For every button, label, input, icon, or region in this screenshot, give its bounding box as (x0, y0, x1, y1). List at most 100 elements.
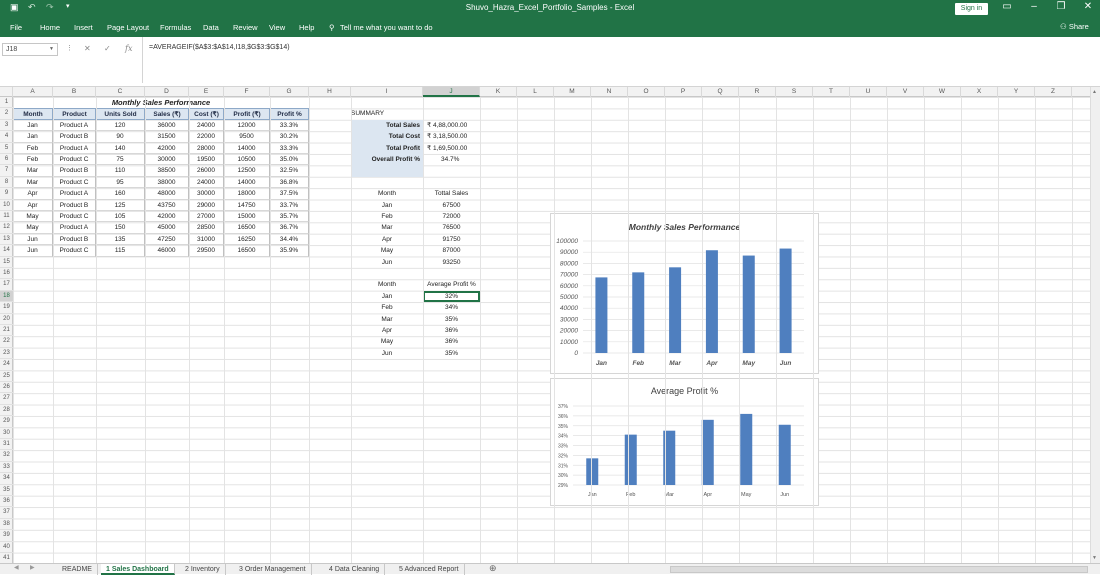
table-cell[interactable]: 140 (96, 142, 145, 154)
table-cell[interactable]: 30000 (145, 154, 189, 166)
row-header-17[interactable]: 17 (0, 279, 13, 291)
summary-title[interactable]: SUMMARY (351, 108, 423, 119)
table-cell[interactable]: Mar (13, 176, 53, 189)
table-cell[interactable]: 14000 (224, 176, 270, 189)
row-header-38[interactable]: 38 (0, 519, 13, 531)
table-cell[interactable]: Apr (13, 188, 53, 200)
table-cell[interactable]: Mar (13, 165, 53, 177)
column-header-z[interactable]: Z (1035, 87, 1072, 97)
row-header-11[interactable]: 11 (0, 211, 13, 223)
tab-insert[interactable]: Insert (74, 23, 93, 32)
horizontal-scrollbar[interactable] (670, 566, 1088, 573)
table-cell[interactable]: 35.7% (270, 211, 309, 223)
table-header[interactable]: Units Sold (96, 108, 145, 120)
column-header-m[interactable]: M (554, 87, 591, 97)
table-cell[interactable]: Product A (53, 188, 96, 200)
row-header-22[interactable]: 22 (0, 336, 13, 348)
monthly-cell[interactable]: May (351, 245, 423, 256)
profit-header[interactable]: Average Profit % (423, 279, 480, 290)
table-cell[interactable]: 12000 (224, 119, 270, 132)
sheet-tab-order-management[interactable]: 3 Order Management (234, 564, 312, 575)
scroll-down-icon[interactable]: ▼ (1092, 555, 1097, 561)
row-header-35[interactable]: 35 (0, 485, 13, 496)
column-header-c[interactable]: C (96, 87, 145, 97)
table-cell[interactable]: Product C (53, 245, 96, 257)
table-cell[interactable]: 18000 (224, 188, 270, 200)
table-header[interactable]: Month (13, 108, 53, 120)
table-cell[interactable]: 31500 (145, 131, 189, 143)
chevron-down-icon[interactable]: ▼ (49, 46, 54, 52)
table-cell[interactable]: Apr (13, 199, 53, 211)
sheet-tab-data-cleaning[interactable]: 4 Data Cleaning (324, 564, 386, 575)
table-cell[interactable]: 26000 (189, 165, 224, 177)
summary-value[interactable]: ₹ 1,69,500.00 (423, 143, 480, 154)
monthly-cell[interactable]: Feb (351, 211, 423, 222)
column-header-x[interactable]: X (961, 87, 998, 97)
sheet-tab-sales-dashboard[interactable]: 1 Sales Dashboard (101, 564, 175, 575)
table-cell[interactable]: May (13, 211, 53, 223)
table-cell[interactable]: 36.7% (270, 222, 309, 234)
table-cell[interactable]: 19500 (189, 154, 224, 166)
table-cell[interactable]: 38000 (145, 176, 189, 189)
table-cell[interactable]: 46000 (145, 245, 189, 257)
table-cell[interactable]: 37.5% (270, 188, 309, 200)
table-cell[interactable]: 105 (96, 211, 145, 223)
row-header-3[interactable]: 3 (0, 120, 13, 132)
profit-cell[interactable]: 34% (423, 302, 480, 313)
row-header-15[interactable]: 15 (0, 257, 13, 268)
column-header-s[interactable]: S (776, 87, 813, 97)
column-header-f[interactable]: F (224, 87, 270, 97)
monthly-cell[interactable]: Jun (351, 257, 423, 268)
row-header-8[interactable]: 8 (0, 177, 13, 189)
select-all-corner[interactable] (0, 87, 13, 97)
column-header-u[interactable]: U (850, 87, 887, 97)
profit-header[interactable]: Month (351, 279, 423, 290)
row-header-21[interactable]: 21 (0, 325, 13, 337)
row-header-4[interactable]: 4 (0, 131, 13, 143)
table-cell[interactable]: 24000 (189, 119, 224, 132)
row-header-23[interactable]: 23 (0, 348, 13, 360)
profit-cell[interactable]: Mar (351, 314, 423, 325)
tab-formulas[interactable]: Formulas (160, 23, 191, 32)
table-cell[interactable]: 10500 (224, 154, 270, 166)
row-header-31[interactable]: 31 (0, 439, 13, 451)
column-header-q[interactable]: Q (702, 87, 739, 97)
table-cell[interactable]: 47250 (145, 233, 189, 246)
share-button[interactable]: ⚇ Share (1060, 22, 1089, 31)
table-cell[interactable]: 120 (96, 119, 145, 132)
profit-cell[interactable]: Jun (351, 348, 423, 359)
column-header-g[interactable]: G (270, 87, 309, 97)
monthly-cell[interactable]: 87000 (423, 245, 480, 256)
next-sheet-icon[interactable]: ▶ (30, 564, 35, 571)
sheet-tab-inventory[interactable]: 2 Inventory (180, 564, 226, 575)
summary-value[interactable]: ₹ 4,88,000.00 (423, 120, 480, 131)
row-header-7[interactable]: 7 (0, 165, 13, 177)
table-cell[interactable]: 36.8% (270, 176, 309, 189)
table-cell[interactable]: 48000 (145, 188, 189, 200)
row-header-32[interactable]: 32 (0, 450, 13, 462)
table-cell[interactable]: 75 (96, 154, 145, 166)
profit-cell[interactable]: Apr (351, 325, 423, 336)
row-header-10[interactable]: 10 (0, 200, 13, 211)
row-header-9[interactable]: 9 (0, 188, 13, 200)
table-header[interactable]: Product (53, 108, 96, 120)
column-header-l[interactable]: L (517, 87, 554, 97)
table-cell[interactable]: Product B (53, 131, 96, 143)
table-cell[interactable]: Product A (53, 119, 96, 132)
table-cell[interactable]: 16250 (224, 233, 270, 246)
monthly-header[interactable]: Tottal Sales (423, 188, 480, 199)
monthly-cell[interactable]: 93250 (423, 257, 480, 268)
table-cell[interactable]: 42000 (145, 142, 189, 154)
profit-cell[interactable]: May (351, 336, 423, 347)
column-header-t[interactable]: T (813, 87, 850, 97)
tab-review[interactable]: Review (233, 23, 258, 32)
tell-me-search[interactable]: Tell me what you want to do (340, 23, 433, 32)
table-cell[interactable]: Product B (53, 199, 96, 211)
table-title[interactable]: Monthly Sales Performance (13, 97, 309, 108)
cancel-icon[interactable]: ✕ (84, 44, 91, 53)
column-header-p[interactable]: P (665, 87, 702, 97)
row-header-1[interactable]: 1 (0, 97, 13, 109)
summary-value[interactable]: ₹ 3,18,500.00 (423, 131, 480, 142)
table-cell[interactable]: Product B (53, 233, 96, 246)
sign-in-button[interactable]: Sign in (955, 3, 988, 15)
